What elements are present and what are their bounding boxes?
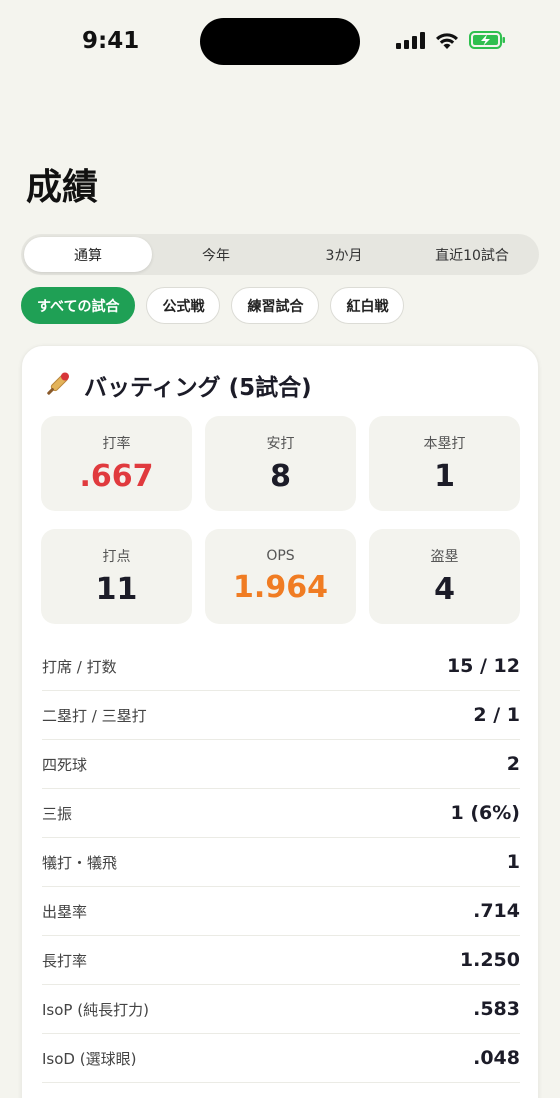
list-item: 長打率 1.250 [42, 936, 520, 985]
stat-label: 本塁打 [423, 436, 466, 452]
row-value: 2 [506, 753, 520, 775]
row-label: 二塁打 / 三塁打 [42, 706, 147, 725]
stat-label: OPS [266, 548, 295, 564]
chip-practice-games[interactable]: 練習試合 [231, 287, 320, 324]
chip-all-games[interactable]: すべての試合 [21, 287, 136, 324]
row-label: 三振 [42, 804, 73, 823]
row-value: 1 (6%) [450, 802, 520, 824]
segment-three-months[interactable]: 3か月 [280, 237, 408, 272]
list-item: 出塁率 .714 [42, 887, 520, 936]
list-item: 打席 / 打数 15 / 12 [42, 642, 520, 691]
batting-stat-grid: 打率 .667 安打 8 本塁打 1 打点 11 OPS 1.964 盗塁 4 [41, 416, 520, 624]
cricket-bat-icon [47, 372, 69, 395]
stat-label: 打率 [102, 436, 131, 452]
row-value: 1.250 [459, 949, 520, 971]
stat-stolen-bases: 盗塁 4 [369, 529, 520, 624]
stat-value: 8 [270, 459, 291, 494]
stat-batting-average: 打率 .667 [41, 416, 192, 511]
stat-value: .667 [79, 459, 154, 494]
batting-detail-list: 打席 / 打数 15 / 12 二塁打 / 三塁打 2 / 1 四死球 2 三振… [42, 642, 520, 1083]
batting-stats-card: バッティング (5試合) 打率 .667 安打 8 本塁打 1 打点 11 OP… [21, 345, 539, 1098]
stat-value: 1.964 [233, 570, 328, 605]
row-label: 四死球 [42, 755, 88, 774]
segment-last-ten-games[interactable]: 直近10試合 [408, 237, 536, 272]
batting-title: バッティング (5試合) [84, 375, 312, 401]
status-time: 9:41 [82, 28, 140, 54]
chip-intrasquad-games[interactable]: 紅白戦 [330, 287, 405, 324]
segment-all-time[interactable]: 通算 [24, 237, 152, 272]
dynamic-island [200, 18, 360, 65]
row-value: 2 / 1 [473, 704, 520, 726]
card-header: バッティング (5試合) [42, 368, 312, 402]
row-value: 15 / 12 [446, 655, 520, 677]
chip-official-games[interactable]: 公式戦 [146, 287, 221, 324]
stat-label: 盗塁 [430, 549, 459, 565]
battery-charging-icon [469, 31, 505, 49]
row-label: IsoD (選球眼) [42, 1049, 137, 1068]
stat-value: 1 [434, 459, 455, 494]
list-item: 三振 1 (6%) [42, 789, 520, 838]
stat-rbi: 打点 11 [41, 529, 192, 624]
list-item: 四死球 2 [42, 740, 520, 789]
period-segmented-control: 通算 今年 3か月 直近10試合 [21, 234, 539, 275]
status-icons [396, 30, 507, 50]
list-item: 二塁打 / 三塁打 2 / 1 [42, 691, 520, 740]
status-bar: 9:41 [0, 0, 560, 84]
stat-label: 安打 [266, 436, 295, 452]
stat-home-runs: 本塁打 1 [369, 416, 520, 511]
page-title: 成績 [26, 167, 99, 208]
row-label: 長打率 [42, 951, 88, 970]
row-label: 出塁率 [42, 902, 88, 921]
game-type-filter: すべての試合 公式戦 練習試合 紅白戦 [21, 287, 405, 324]
stat-ops: OPS 1.964 [205, 529, 356, 624]
stat-label: 打点 [102, 549, 131, 565]
row-label: 打席 / 打数 [42, 657, 117, 676]
row-label: IsoP (純長打力) [42, 1000, 149, 1019]
list-item: IsoP (純長打力) .583 [42, 985, 520, 1034]
row-label: 犠打・犠飛 [42, 853, 118, 872]
segment-this-year[interactable]: 今年 [152, 237, 280, 272]
cellular-signal-icon [396, 31, 425, 49]
stat-value: 4 [434, 572, 455, 607]
row-value: .583 [473, 998, 520, 1020]
stat-value: 11 [95, 572, 138, 607]
row-value: .048 [473, 1047, 520, 1069]
row-value: .714 [473, 900, 520, 922]
row-value: 1 [506, 851, 520, 873]
stat-hits: 安打 8 [205, 416, 356, 511]
wifi-icon [436, 32, 458, 49]
list-item: 犠打・犠飛 1 [42, 838, 520, 887]
list-item: IsoD (選球眼) .048 [42, 1034, 520, 1083]
